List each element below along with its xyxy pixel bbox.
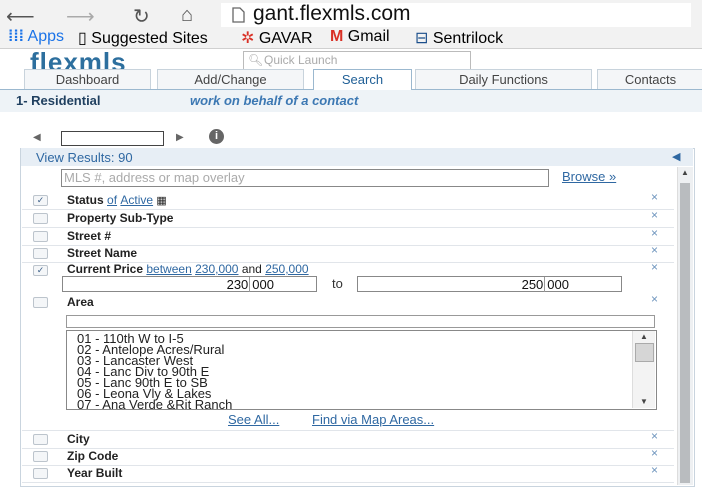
bookmark-label: Gmail [347,28,390,45]
remove-year-built-icon[interactable]: × [651,463,658,477]
field-label-property-sub-type: Property Sub-Type [67,211,174,225]
zip-code-checkbox[interactable] [33,451,48,462]
area-checkbox[interactable] [33,297,48,308]
status-label: Status [67,193,104,207]
field-label-city: City [67,432,90,446]
street-name-checkbox[interactable] [33,248,48,259]
next-arrow-icon[interactable]: ▶ [176,132,184,143]
search-icon: 🔍︎ [248,53,264,67]
field-label-status: Status of Active ▦ [67,193,167,207]
bookmark-sentrilock[interactable]: ⊟ Sentrilock [415,28,503,48]
area-scroll-thumb[interactable] [635,343,654,362]
main-tabs: Dashboard Add/Change Search Daily Functi… [0,69,702,90]
status-value-link[interactable]: Active [120,193,153,207]
forward-arrow-icon[interactable]: ⟶ [66,4,95,29]
home-icon[interactable]: ⌂ [181,4,193,27]
saved-search-input[interactable] [61,131,164,146]
property-type-label[interactable]: 1- Residential [16,93,101,108]
price-and-text: and [241,262,262,276]
info-icon[interactable]: i [209,129,224,144]
status-of-link[interactable]: of [107,193,117,207]
gavar-icon: ✲ [241,30,255,47]
reload-icon[interactable]: ↻ [133,4,150,29]
bookmark-label: Sentrilock [432,30,504,47]
bookmark-label: Apps [27,28,65,45]
year-built-checkbox[interactable] [33,468,48,479]
bookmark-gmail[interactable]: M Gmail [330,28,390,46]
field-label-year-built: Year Built [67,466,123,480]
remove-current-price-icon[interactable]: × [651,260,658,274]
tab-contacts[interactable]: Contacts [597,69,702,89]
remove-zip-code-icon[interactable]: × [651,446,658,460]
calendar-icon[interactable]: ▦ [156,195,166,207]
price-high-link[interactable]: 250,000 [265,262,308,276]
field-label-area: Area [67,295,94,309]
url-text: gant.flexmls.com [253,2,411,25]
price-min-value: 230 [226,277,249,292]
price-min-input[interactable]: 230 000 [62,276,317,292]
price-max-value: 250 [521,277,544,292]
city-checkbox[interactable] [33,434,48,445]
browse-link[interactable]: Browse » [562,169,616,184]
collapse-arrow-icon[interactable]: ◀ [672,150,680,163]
remove-area-icon[interactable]: × [651,292,658,306]
price-between-link[interactable]: between [146,262,191,276]
see-all-link[interactable]: See All... [228,412,279,427]
mls-placeholder: MLS #, address or map overlay [64,170,245,185]
remove-property-sub-type-icon[interactable]: × [651,208,658,222]
tab-daily-functions[interactable]: Daily Functions [415,69,592,89]
street-number-checkbox[interactable] [33,231,48,242]
field-label-zip-code: Zip Code [67,449,119,463]
view-results-link[interactable]: View Results: 90 [36,150,133,165]
remove-street-number-icon[interactable]: × [651,226,658,240]
bookmark-apps[interactable]: ⁞⁞⁞ Apps [8,28,64,46]
field-label-current-price: Current Price between 230,000 and 250,00… [67,262,309,276]
quick-launch-input[interactable]: 🔍︎ Quick Launch [243,51,471,70]
price-low-link[interactable]: 230,000 [195,262,238,276]
sentrilock-icon: ⊟ [415,30,429,47]
current-price-checkbox[interactable]: ✓ [33,265,48,276]
page-icon [232,7,245,23]
back-arrow-icon[interactable]: ⟵ [6,4,35,29]
scroll-down-icon[interactable]: ▼ [640,397,648,406]
bookmark-suggested-sites[interactable]: ▯ Suggested Sites [78,28,208,48]
scroll-up-icon[interactable]: ▲ [640,332,648,341]
tab-dashboard[interactable]: Dashboard [24,69,151,89]
status-checkbox[interactable]: ✓ [33,195,48,206]
tab-search[interactable]: Search [313,69,412,90]
area-filter-input[interactable] [66,315,655,328]
field-label-street-name: Street Name [67,246,138,260]
area-option[interactable]: 07 - Ana Verde &Rit Ranch [77,398,232,409]
find-via-map-areas-link[interactable]: Find via Map Areas... [312,412,434,427]
quick-launch-placeholder: Quick Launch [264,53,338,67]
area-listbox[interactable]: 01 - 110th W to I-5 02 - Antelope Acres/… [66,330,657,410]
scroll-up-icon[interactable]: ▲ [681,168,689,177]
property-sub-type-checkbox[interactable] [33,213,48,224]
tab-add-change[interactable]: Add/Change [157,69,304,89]
panel-scroll-thumb[interactable] [680,183,690,483]
price-to-label: to [332,276,343,291]
previous-arrow-icon[interactable]: ◀ [33,132,41,143]
field-label-street-number: Street # [67,229,112,243]
mls-address-input[interactable]: MLS #, address or map overlay [61,169,549,187]
contact-mode-link[interactable]: work on behalf of a contact [190,93,358,108]
remove-city-icon[interactable]: × [651,429,658,443]
page-icon: ▯ [78,30,87,47]
price-max-input[interactable]: 250 000 [357,276,622,292]
apps-grid-icon: ⁞⁞⁞ [8,28,24,45]
current-price-label: Current Price [67,262,144,276]
remove-status-icon[interactable]: × [651,190,658,204]
gmail-icon: M [330,28,344,45]
bookmark-label: GAVAR [258,30,313,47]
price-min-thousands: 000 [249,277,316,292]
price-max-thousands: 000 [544,277,621,292]
bookmark-gavar[interactable]: ✲ GAVAR [241,28,313,48]
bookmark-label: Suggested Sites [91,30,208,47]
remove-street-name-icon[interactable]: × [651,243,658,257]
